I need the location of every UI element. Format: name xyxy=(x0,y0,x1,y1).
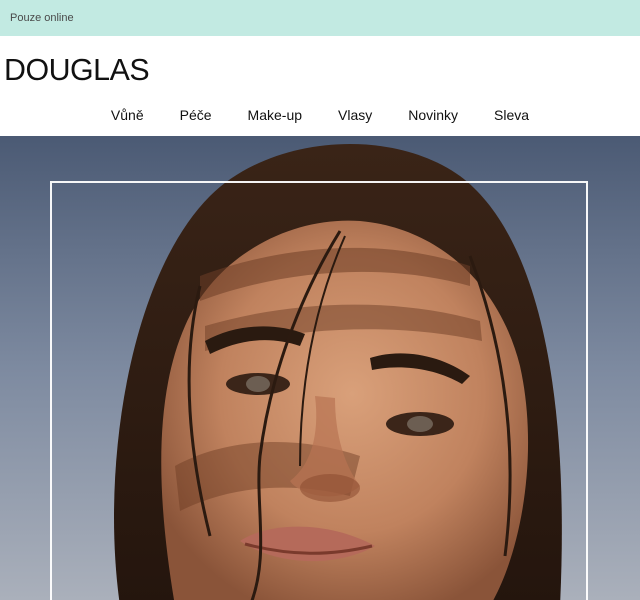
nav-item-sleva[interactable]: Sleva xyxy=(476,106,547,124)
site-header: DOUGLAS Vůně Péče Make-up Vlasy Novinky … xyxy=(0,36,640,136)
douglas-logo[interactable]: DOUGLAS xyxy=(4,54,150,86)
main-nav: Vůně Péče Make-up Vlasy Novinky Sleva xyxy=(0,106,640,124)
promo-bar: Pouze online xyxy=(0,0,640,36)
nav-item-make-up[interactable]: Make-up xyxy=(230,106,320,124)
nav-item-novinky[interactable]: Novinky xyxy=(390,106,476,124)
nav-item-pece[interactable]: Péče xyxy=(162,106,230,124)
nav-item-vlasy[interactable]: Vlasy xyxy=(320,106,390,124)
promo-text: Pouze online xyxy=(10,12,74,24)
hero-banner[interactable] xyxy=(0,136,640,600)
nav-item-vune[interactable]: Vůně xyxy=(93,106,162,124)
hero-portrait-image xyxy=(0,136,640,600)
